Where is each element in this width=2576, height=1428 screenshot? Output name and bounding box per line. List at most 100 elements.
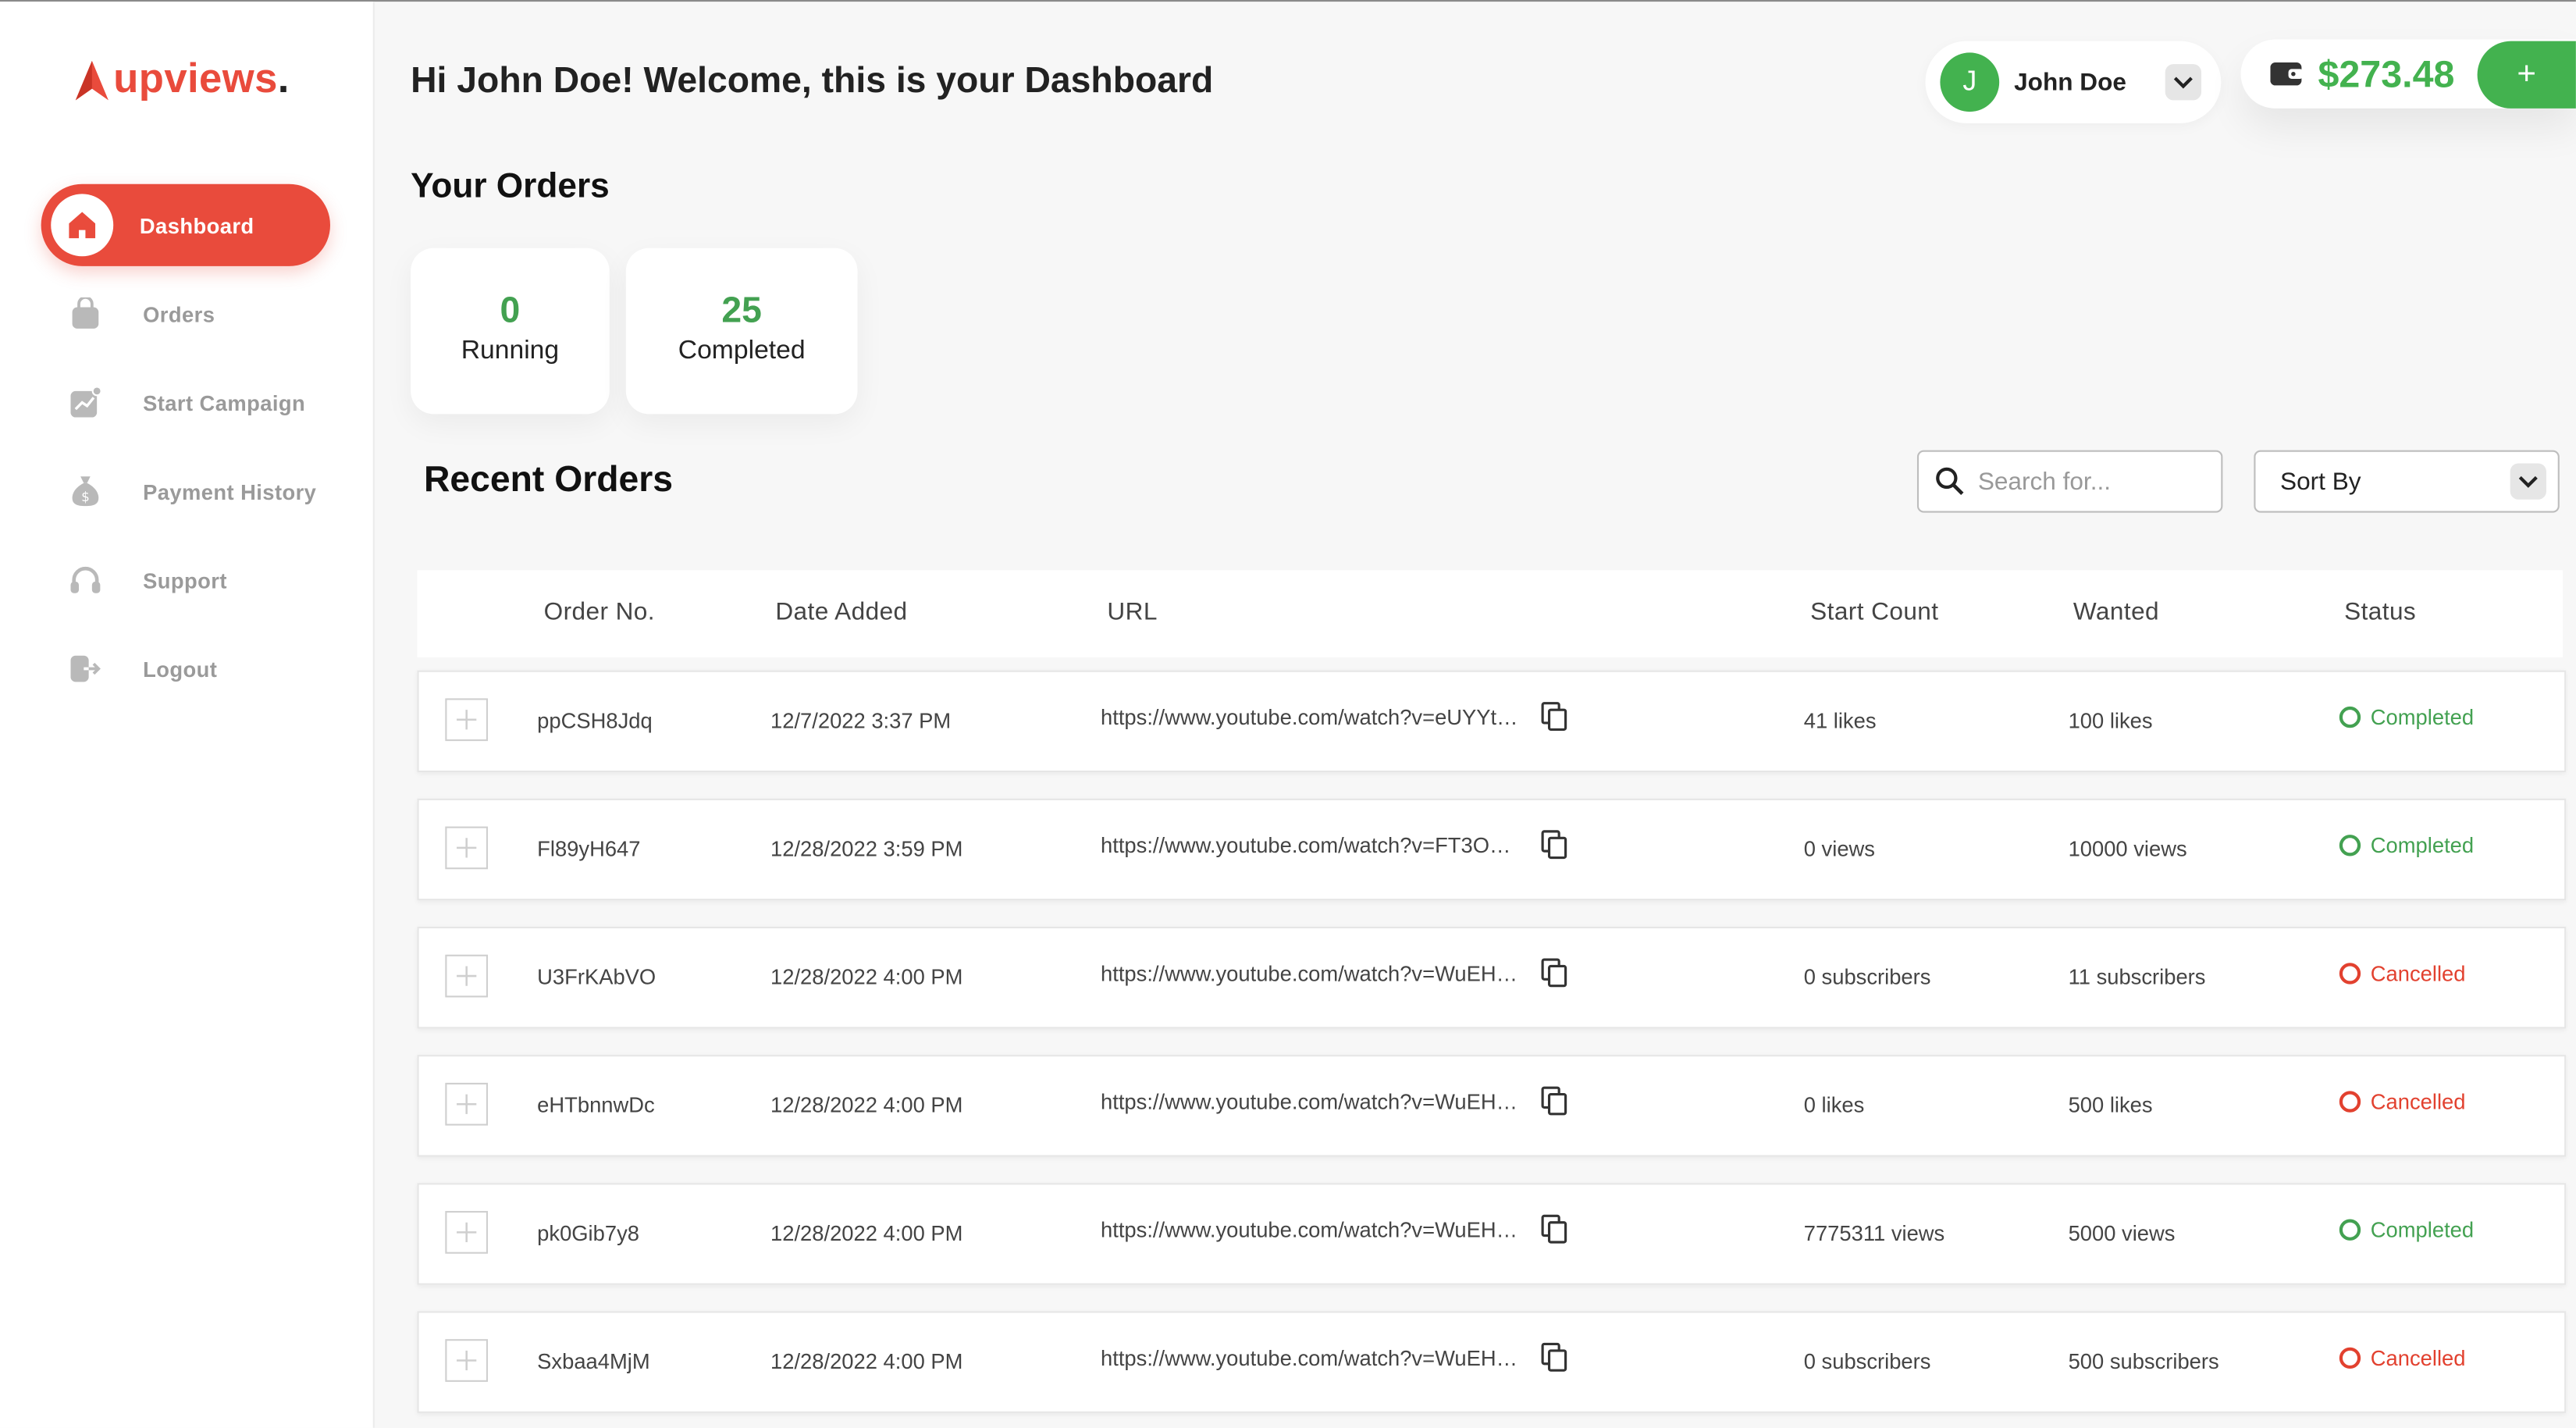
chevron-down-icon[interactable] xyxy=(2165,64,2202,101)
wanted-count: 500 subscribers xyxy=(2068,1348,2219,1374)
copy-icon[interactable] xyxy=(1541,702,1567,732)
expand-row-button[interactable] xyxy=(445,1339,489,1382)
running-orders-card[interactable]: 0 Running xyxy=(411,247,610,415)
order-url[interactable]: https://www.youtube.com/watch?v=WuEH… xyxy=(1101,1346,1538,1371)
sidebar-item-orders[interactable]: Orders xyxy=(41,272,330,354)
status-badge: Completed xyxy=(2339,704,2475,730)
date-added: 12/28/2022 4:00 PM xyxy=(770,1220,963,1246)
sidebar-item-label: Dashboard xyxy=(139,212,254,238)
headset-icon xyxy=(67,562,103,598)
plus-icon xyxy=(457,1350,477,1371)
sidebar-item-label: Start Campaign xyxy=(143,390,306,415)
user-name: John Doe xyxy=(2014,68,2126,97)
order-url[interactable]: https://www.youtube.com/watch?v=FT3O… xyxy=(1101,833,1538,858)
your-orders-title: Your Orders xyxy=(411,167,610,206)
table-header: Order No. Date Added URL Start Count Wan… xyxy=(417,570,2564,657)
start-count: 0 likes xyxy=(1803,1092,1865,1118)
sidebar-item-support[interactable]: Support xyxy=(41,539,330,621)
page-title: Hi John Doe! Welcome, this is your Dashb… xyxy=(411,59,1214,101)
order-number: eHTbnnwDc xyxy=(537,1092,655,1118)
table-row[interactable]: ppCSH8Jdq 12/7/2022 3:37 PM https://www.yo… xyxy=(417,670,2567,773)
logo[interactable]: upviews. xyxy=(74,56,290,104)
table-row[interactable]: Sxbaa4MjM 12/28/2022 4:00 PM https://www.y… xyxy=(417,1311,2567,1413)
search-icon xyxy=(1936,467,1964,496)
sidebar-nav: Dashboard Orders Start Campaign $ Paymen… xyxy=(41,183,331,717)
date-added: 12/28/2022 4:00 PM xyxy=(770,964,963,989)
date-added: 12/7/2022 3:37 PM xyxy=(770,708,952,733)
copy-icon[interactable] xyxy=(1541,958,1567,988)
sidebar-item-logout[interactable]: Logout xyxy=(41,628,330,710)
order-url[interactable]: https://www.youtube.com/watch?v=WuEH… xyxy=(1101,1217,1538,1242)
expand-row-button[interactable] xyxy=(445,1082,489,1126)
status-badge: Completed xyxy=(2339,1217,2474,1242)
sidebar-item-label: Support xyxy=(143,568,227,593)
chevron-down-icon xyxy=(2510,463,2546,500)
wanted-count: 11 subscribers xyxy=(2068,964,2206,989)
column-header-order[interactable]: Order No. xyxy=(544,598,655,626)
status-label: Completed xyxy=(2370,1217,2475,1243)
start-count: 7775311 views xyxy=(1803,1220,1945,1246)
expand-row-button[interactable] xyxy=(445,1211,489,1254)
order-url[interactable]: https://www.youtube.com/watch?v=WuEH… xyxy=(1101,1089,1538,1114)
wallet-icon xyxy=(2270,62,2304,86)
order-number: Sxbaa4MjM xyxy=(537,1348,650,1374)
sidebar: upviews. Dashboard Orders Start Campaign xyxy=(0,2,375,1428)
sort-label: Sort By xyxy=(2280,467,2361,496)
order-url[interactable]: https://www.youtube.com/watch?v=eUYYt… xyxy=(1101,705,1538,730)
status-ring-icon xyxy=(2339,835,2361,856)
wanted-count: 10000 views xyxy=(2068,836,2187,861)
column-header-date[interactable]: Date Added xyxy=(775,598,907,626)
status-label: Cancelled xyxy=(2370,1089,2466,1114)
plus-icon xyxy=(457,838,477,858)
logo-arrow-icon xyxy=(75,59,109,100)
add-funds-button[interactable]: + xyxy=(2477,41,2576,109)
order-url[interactable]: https://www.youtube.com/watch?v=WuEH… xyxy=(1101,961,1538,986)
column-header-start-count[interactable]: Start Count xyxy=(1810,598,1938,626)
table-row[interactable]: U3FrKAbVO 12/28/2022 4:00 PM https://www.y… xyxy=(417,926,2567,1029)
search-box[interactable] xyxy=(1916,450,2223,513)
plus-icon xyxy=(457,710,477,730)
status-label: Completed xyxy=(2370,704,2475,730)
user-menu[interactable]: J John Doe xyxy=(1925,41,2222,123)
order-number: ppCSH8Jdq xyxy=(537,708,653,733)
expand-row-button[interactable] xyxy=(445,698,489,742)
wanted-count: 100 likes xyxy=(2068,708,2153,733)
running-label: Running xyxy=(461,337,560,365)
sidebar-item-payment-history[interactable]: $ Payment History xyxy=(41,450,330,532)
search-input[interactable] xyxy=(1974,465,2211,497)
sidebar-item-label: Orders xyxy=(143,301,215,326)
sidebar-item-start-campaign[interactable]: Start Campaign xyxy=(41,361,330,443)
sort-select[interactable]: Sort By xyxy=(2254,450,2560,513)
status-label: Cancelled xyxy=(2370,961,2466,986)
recent-orders-title: Recent Orders xyxy=(423,458,674,500)
plus-icon xyxy=(457,966,477,986)
copy-icon[interactable] xyxy=(1541,1342,1567,1372)
order-number: pk0Gib7y8 xyxy=(537,1220,639,1246)
column-header-status[interactable]: Status xyxy=(2344,598,2416,626)
expand-row-button[interactable] xyxy=(445,954,489,998)
avatar: J xyxy=(1940,52,2000,112)
date-added: 12/28/2022 4:00 PM xyxy=(770,1092,963,1118)
table-row[interactable]: Fl89yH647 12/28/2022 3:59 PM https://www.y… xyxy=(417,798,2567,901)
column-header-url[interactable]: URL xyxy=(1107,598,1157,626)
table-row[interactable]: pk0Gib7y8 12/28/2022 4:00 PM https://www.y… xyxy=(417,1183,2567,1285)
wanted-count: 5000 views xyxy=(2068,1220,2176,1246)
completed-orders-card[interactable]: 25 Completed xyxy=(625,247,858,415)
logo-text: upviews. xyxy=(113,55,290,102)
table-row[interactable]: eHTbnnwDc 12/28/2022 4:00 PM https://www.y… xyxy=(417,1055,2567,1157)
sidebar-item-dashboard[interactable]: Dashboard xyxy=(41,183,331,266)
column-header-wanted[interactable]: Wanted xyxy=(2073,598,2159,626)
running-count: 0 xyxy=(500,289,521,331)
plus-icon xyxy=(457,1222,477,1243)
bag-icon xyxy=(67,296,103,332)
status-badge: Cancelled xyxy=(2339,1089,2466,1114)
expand-row-button[interactable] xyxy=(445,826,489,870)
copy-icon[interactable] xyxy=(1541,830,1567,860)
date-added: 12/28/2022 4:00 PM xyxy=(770,1348,963,1374)
home-icon xyxy=(51,194,114,257)
order-number: U3FrKAbVO xyxy=(537,964,656,989)
copy-icon[interactable] xyxy=(1541,1214,1567,1244)
status-badge: Cancelled xyxy=(2339,1346,2465,1370)
sidebar-item-label: Logout xyxy=(143,656,218,682)
copy-icon[interactable] xyxy=(1541,1086,1567,1116)
